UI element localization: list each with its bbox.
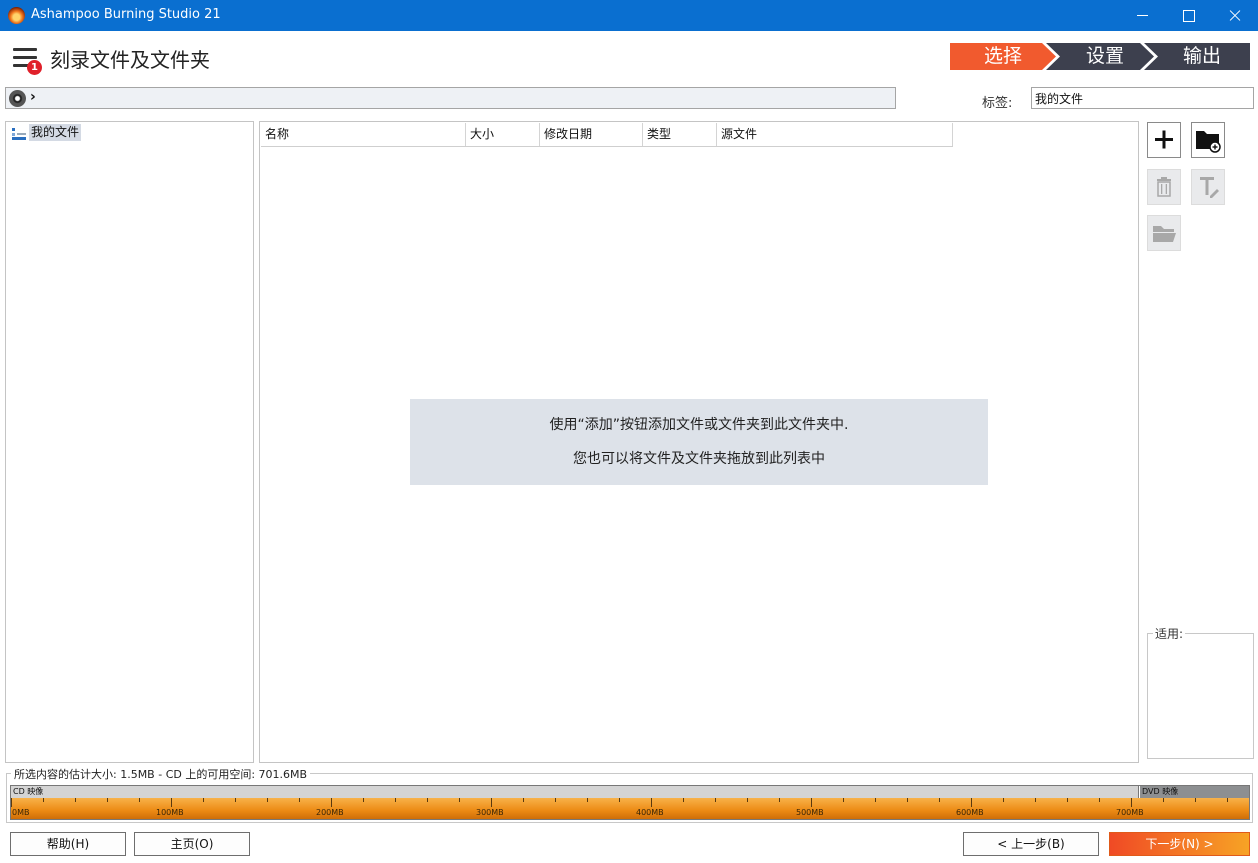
app-logo-icon	[8, 7, 25, 24]
scale-major-tick	[971, 798, 972, 807]
scale-major-tick	[651, 798, 652, 807]
title-bar: Ashampoo Burning Studio 21	[0, 0, 1258, 31]
scale-minor-tick	[267, 798, 268, 802]
folder-add-icon	[1196, 131, 1221, 153]
scale-minor-tick	[43, 798, 44, 802]
scale-minor-tick	[427, 798, 428, 802]
chevron-right-icon[interactable]: ›	[30, 89, 36, 105]
scale-minor-tick	[843, 798, 844, 802]
window-title: Ashampoo Burning Studio 21	[31, 7, 221, 22]
scale-label: 100MB	[156, 808, 184, 817]
scale-minor-tick	[75, 798, 76, 802]
close-button[interactable]	[1211, 0, 1257, 31]
step-settings[interactable]: 设置	[1046, 43, 1154, 70]
scale-minor-tick	[395, 798, 396, 802]
scale-minor-tick	[363, 798, 364, 802]
scale-minor-tick	[235, 798, 236, 802]
scale-minor-tick	[203, 798, 204, 802]
scale-minor-tick	[939, 798, 940, 802]
scale-minor-tick	[907, 798, 908, 802]
capacity-scale: 0MB 100MB 200MB 300MB 400MB 500MB 600MB 700MB	[11, 798, 1249, 819]
scale-minor-tick	[523, 798, 524, 802]
scale-label: 0MB	[12, 808, 30, 817]
scale-minor-tick	[1163, 798, 1164, 802]
scale-major-tick	[331, 798, 332, 807]
scale-label: 600MB	[956, 808, 984, 817]
minimize-button[interactable]	[1119, 0, 1165, 31]
scale-minor-tick	[715, 798, 716, 802]
scale-minor-tick	[107, 798, 108, 802]
scale-minor-tick	[619, 798, 620, 802]
scale-minor-tick	[779, 798, 780, 802]
maximize-button[interactable]	[1165, 0, 1211, 31]
tree-item-label[interactable]: 我的文件	[29, 124, 82, 141]
scale-minor-tick	[1067, 798, 1068, 802]
folder-tree[interactable]: 我的文件	[5, 121, 254, 763]
home-button[interactable]: 主页(O)	[134, 832, 250, 856]
text-edit-icon	[1200, 177, 1219, 198]
cd-zone	[11, 786, 1139, 798]
page-title: 刻录文件及文件夹	[50, 48, 210, 72]
capacity-bar: CD 映像 DVD 映像 0MB 100MB 200MB 300MB 400MB 500M…	[10, 785, 1250, 820]
scale-major-tick	[171, 798, 172, 807]
suitable-label: 适用:	[1153, 625, 1186, 642]
scale-minor-tick	[1195, 798, 1196, 802]
capacity-summary: 所选内容的估计大小: 1.5MB - CD 上的可用空间: 701.6MB	[11, 766, 311, 782]
trash-icon	[1157, 177, 1171, 197]
cd-label: CD 映像	[13, 787, 44, 796]
label-caption: 标签:	[982, 96, 1013, 111]
column-modified[interactable]: 修改日期	[540, 123, 643, 146]
scale-label: 400MB	[636, 808, 664, 817]
scale-minor-tick	[1227, 798, 1228, 802]
column-source[interactable]: 源文件	[717, 123, 953, 146]
disc-icon	[9, 90, 26, 107]
column-name[interactable]: 名称	[261, 123, 466, 146]
open-folder-button[interactable]	[1147, 215, 1181, 251]
step-output[interactable]: 输出	[1144, 43, 1250, 70]
scale-major-tick	[811, 798, 812, 807]
scale-minor-tick	[683, 798, 684, 802]
add-button[interactable]	[1147, 122, 1181, 158]
add-folder-button[interactable]	[1191, 122, 1225, 158]
scale-minor-tick	[1035, 798, 1036, 802]
scale-minor-tick	[555, 798, 556, 802]
scale-minor-tick	[875, 798, 876, 802]
scale-minor-tick	[747, 798, 748, 802]
column-size[interactable]: 大小	[466, 123, 540, 146]
scale-minor-tick	[459, 798, 460, 802]
scale-major-tick	[11, 798, 12, 807]
hint-line-drag: 您也可以将文件及文件夹拖放到此列表中	[573, 451, 825, 467]
scale-major-tick	[1131, 798, 1132, 807]
scale-minor-tick	[587, 798, 588, 802]
plus-icon	[1155, 130, 1173, 149]
rename-button[interactable]	[1191, 169, 1225, 205]
path-breadcrumb[interactable]: ›	[5, 87, 896, 109]
column-header: 名称 大小 修改日期 类型 源文件	[261, 123, 953, 147]
file-list[interactable]: 名称 大小 修改日期 类型 源文件 使用“添加”按钮添加文件或文件夹到此文件夹中…	[259, 121, 1139, 763]
scale-minor-tick	[299, 798, 300, 802]
scale-major-tick	[491, 798, 492, 807]
scale-label: 200MB	[316, 808, 344, 817]
dvd-label: DVD 映像	[1142, 787, 1179, 796]
suitable-media-box	[1147, 633, 1254, 759]
scale-minor-tick	[139, 798, 140, 802]
column-type[interactable]: 类型	[643, 123, 717, 146]
step-select[interactable]: 选择	[950, 43, 1056, 70]
scale-label: 500MB	[796, 808, 824, 817]
delete-button[interactable]	[1147, 169, 1181, 205]
next-button[interactable]: 下一步(N) >	[1109, 832, 1250, 856]
scale-minor-tick	[1099, 798, 1100, 802]
notification-badge: 1	[27, 60, 42, 75]
hint-line-add: 使用“添加”按钮添加文件或文件夹到此文件夹中.	[549, 417, 849, 433]
scale-label: 700MB	[1116, 808, 1144, 817]
scale-label: 300MB	[476, 808, 504, 817]
empty-hint: 使用“添加”按钮添加文件或文件夹到此文件夹中. 您也可以将文件及文件夹拖放到此列…	[410, 399, 988, 485]
wizard-steps: 选择 设置 输出	[950, 43, 1250, 70]
back-button[interactable]: < 上一步(B)	[963, 832, 1099, 856]
scale-minor-tick	[1003, 798, 1004, 802]
folder-open-icon	[1153, 226, 1176, 242]
tree-folder-icon	[12, 128, 26, 140]
label-input[interactable]	[1031, 87, 1254, 109]
help-button[interactable]: 帮助(H)	[10, 832, 126, 856]
